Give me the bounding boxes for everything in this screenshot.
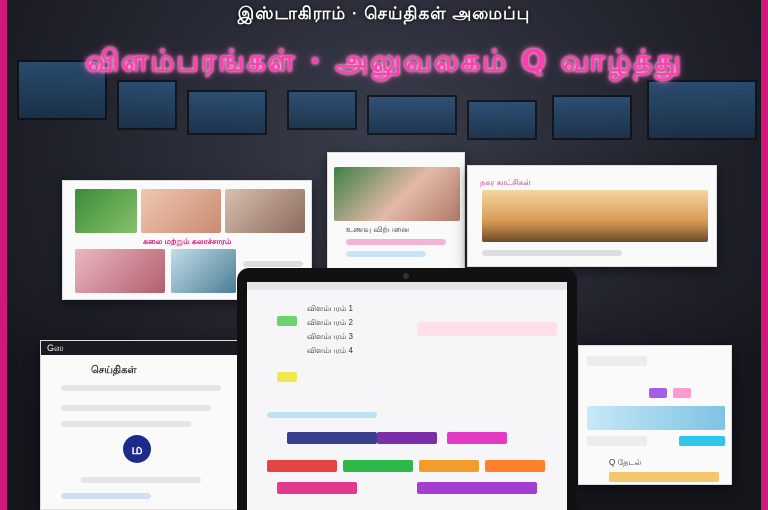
background-monitor <box>467 100 537 140</box>
texture-image <box>225 189 305 233</box>
background-monitor <box>287 90 357 130</box>
panel-heading: செய்திகள் <box>91 365 137 376</box>
laptop-row: விளம்பரம் 3 <box>307 332 353 341</box>
banner-image <box>587 406 725 430</box>
text-line <box>346 251 426 257</box>
left-panel[interactable]: Gஸ செய்திகள் ம <box>40 340 238 510</box>
laptop-row: விளம்பரம் 2 <box>307 318 353 327</box>
color-chip[interactable] <box>649 388 667 398</box>
text-line <box>346 239 446 245</box>
highlight-row <box>417 322 557 336</box>
right-card[interactable]: நகர காட்சிகள் <box>467 165 717 267</box>
card-caption: உணவு விற்பனை <box>346 225 410 234</box>
leaf-image <box>75 189 137 233</box>
headline: இஸ்டாகிராம் · செய்திகள் அமைப்பு <box>237 4 531 23</box>
winter-image <box>171 249 236 293</box>
portrait-image <box>141 189 221 233</box>
city-image <box>482 190 708 242</box>
panel-brand: Gஸ <box>47 343 64 353</box>
action-button[interactable] <box>343 460 413 472</box>
color-chip[interactable] <box>673 388 691 398</box>
laptop-row: விளம்பரம் 1 <box>307 304 353 313</box>
action-button[interactable] <box>267 460 337 472</box>
camera-icon <box>403 273 409 279</box>
action-button[interactable] <box>377 432 437 444</box>
status-chip <box>277 372 297 382</box>
text-line <box>587 356 647 366</box>
scene-frame: இஸ்டாகிராம் · செய்திகள் அமைப்பு விளம்பரங… <box>0 0 768 510</box>
panel-header <box>41 341 237 355</box>
background-monitor <box>552 95 632 140</box>
right-panel[interactable]: Q தேடல் <box>578 345 732 485</box>
progress-bar <box>267 412 377 418</box>
action-button[interactable] <box>447 432 507 444</box>
text-line <box>587 436 647 446</box>
action-button[interactable] <box>277 482 357 494</box>
status-chip <box>277 316 297 326</box>
background-monitor <box>367 95 457 135</box>
text-line <box>61 385 221 391</box>
color-strip <box>609 472 719 482</box>
text-line <box>243 261 303 267</box>
search-label: Q தேடல் <box>609 458 642 467</box>
text-line <box>81 477 201 483</box>
page-title: விளம்பரங்கள் · அலுவலகம் Q வாழ்த்து <box>85 44 683 79</box>
laptop: விளம்பரம் 1 விளம்பரம் 2 விளம்பரம் 3 விளம… <box>237 268 577 510</box>
food-image <box>75 249 165 293</box>
card-caption: நகர காட்சிகள் <box>480 178 531 187</box>
action-button[interactable] <box>287 432 377 444</box>
action-button[interactable] <box>419 460 479 472</box>
background-monitor <box>117 80 177 130</box>
card-caption: கலை மற்றும் கலாச்சாரம் <box>143 237 232 246</box>
text-line <box>61 493 151 499</box>
action-chip[interactable] <box>679 436 725 446</box>
action-button[interactable] <box>417 482 537 494</box>
background-monitor <box>187 90 267 135</box>
laptop-row: விளம்பரம் 4 <box>307 346 353 355</box>
text-line <box>482 250 622 256</box>
text-line <box>61 405 211 411</box>
center-card[interactable]: உணவு விற்பனை <box>327 152 465 270</box>
background-monitor <box>647 80 757 140</box>
avatar[interactable]: ம <box>123 435 151 463</box>
text-line <box>61 421 191 427</box>
feature-image <box>334 167 460 221</box>
laptop-screen[interactable]: விளம்பரம் 1 விளம்பரம் 2 விளம்பரம் 3 விளம… <box>247 282 567 510</box>
browser-bar <box>247 282 567 290</box>
action-button[interactable] <box>485 460 545 472</box>
